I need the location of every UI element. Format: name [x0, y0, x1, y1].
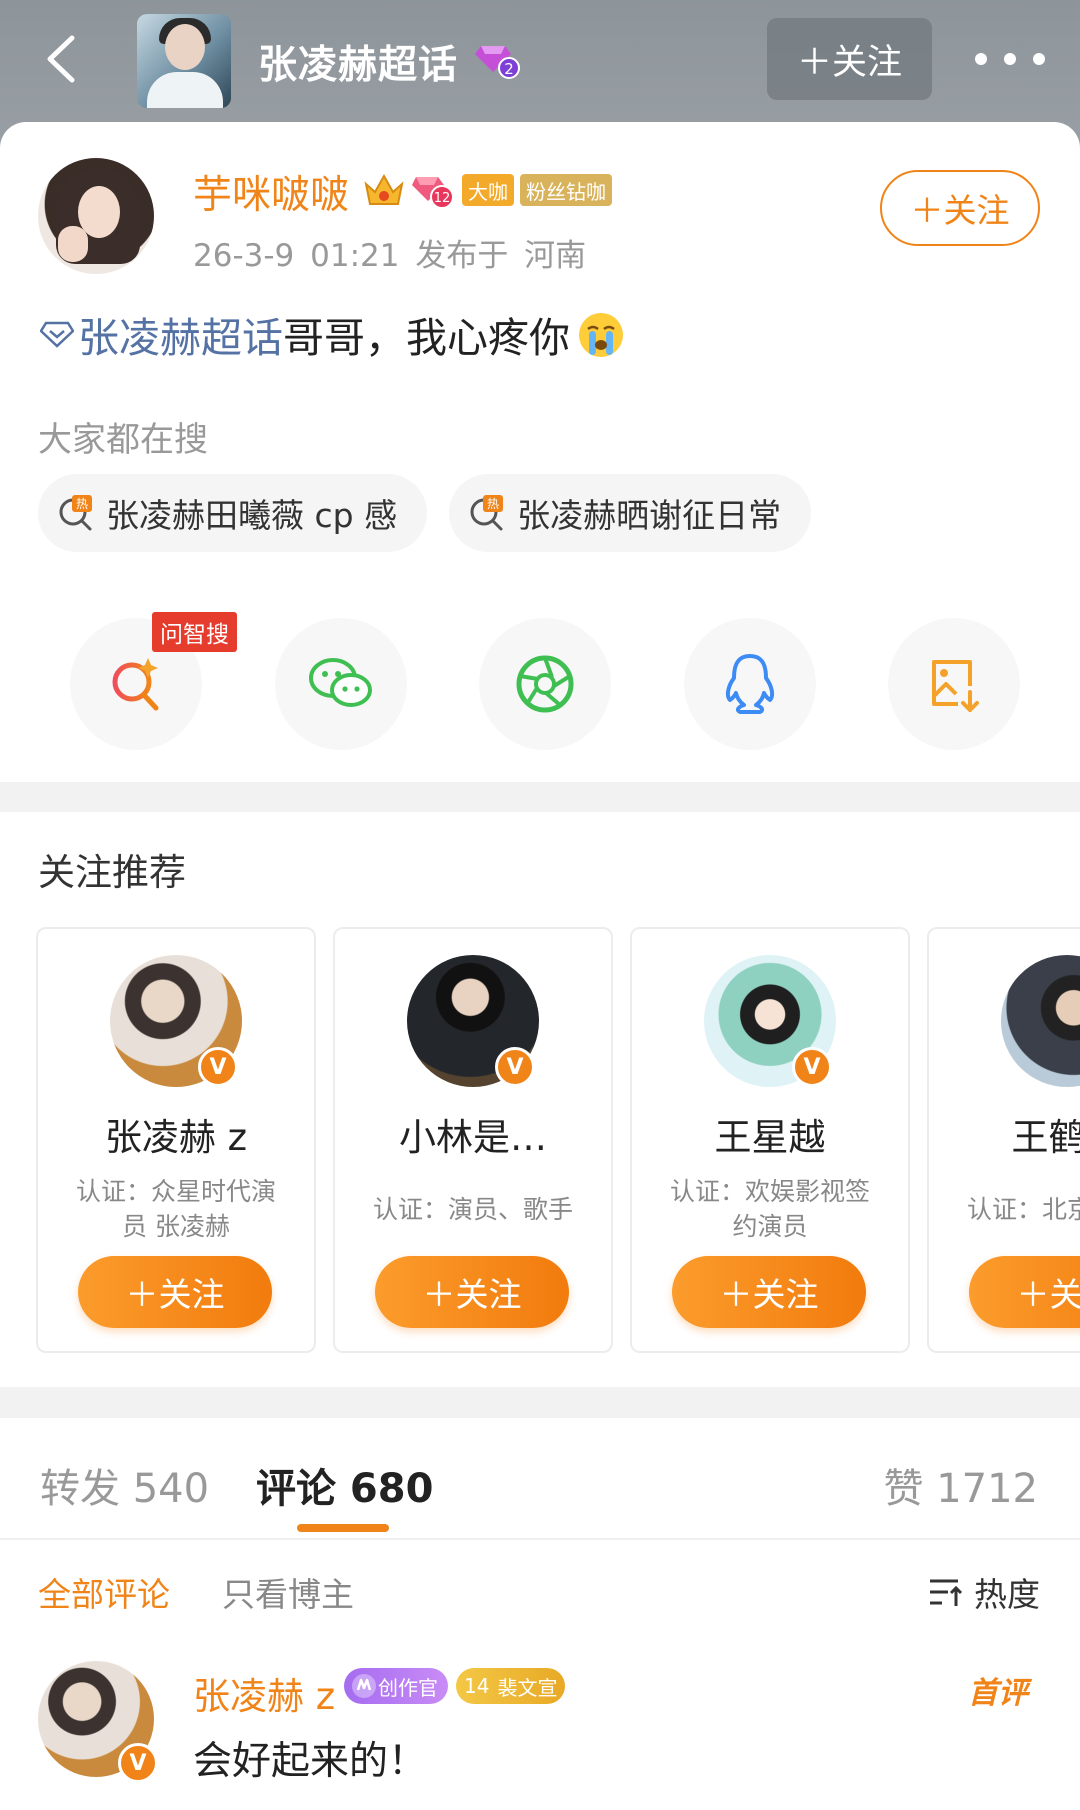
recommend-card[interactable]: V 张凌赫 z 认证：众星时代演员 张凌赫 ＋关注 [36, 927, 316, 1353]
first-comment-tag: 首评 [968, 1676, 1028, 1711]
recommend-follow-button[interactable]: ＋关注 [78, 1256, 272, 1328]
topic-link-text[interactable]: 张凌赫超话 [78, 304, 283, 364]
supertopic-diamond-icon [40, 321, 74, 348]
member-level-gem-icon: 12 [412, 177, 454, 209]
recommend-avatar[interactable] [1001, 955, 1080, 1087]
recommend-follow-button[interactable]: ＋关注 [672, 1256, 866, 1328]
topic-level-gem-icon: 2 [475, 38, 521, 80]
recommend-card[interactable]: V 王星越 认证：欢娱影视签约演员 ＋关注 [630, 927, 910, 1353]
recommend-desc: 认证：演员、歌手 [372, 1194, 573, 1224]
ai-search-tag: 问智搜 [152, 612, 237, 652]
hot-search-chips: 热 张凌赫田曦薇 cp 感 热 张凌赫晒谢征日常 [38, 474, 812, 552]
crying-emoji-icon [579, 313, 623, 357]
fans-diamond-badge: 粉丝钻咖 [520, 174, 612, 206]
save-image-icon [932, 660, 979, 712]
recommend-title: 关注推荐 [38, 851, 186, 894]
hot-search-text[interactable]: 张凌赫晒谢征日常 [517, 489, 781, 537]
filter-op-only[interactable]: 只看博主 [222, 1568, 354, 1616]
commenter-name[interactable]: 张凌赫 z [193, 1666, 335, 1720]
author-name[interactable]: 芋咪啵啵 [193, 164, 349, 220]
svg-text:12: 12 [434, 191, 451, 206]
verified-v-icon: V [792, 1047, 832, 1087]
share-actions: 问智搜 [70, 612, 1020, 750]
verified-v-icon: V [495, 1047, 535, 1087]
recommend-name[interactable]: 张凌赫 z [38, 1107, 314, 1161]
fan-group-badge: 14 裴文宣 [456, 1668, 566, 1704]
active-tab-indicator [297, 1524, 389, 1532]
recommend-card[interactable]: V 小林是… 认证：演员、歌手 ＋关注 [333, 927, 613, 1353]
ai-search-icon [112, 658, 159, 711]
crown-icon [364, 173, 404, 205]
hot-search-chip[interactable]: 热 张凌赫晒谢征日常 [449, 474, 812, 552]
svg-text:热: 热 [487, 497, 499, 511]
wechat-share-button[interactable] [274, 618, 407, 750]
recommend-card-list[interactable]: V 张凌赫 z 认证：众星时代演员 张凌赫 ＋关注 V 小林是… 认证：演员、歌… [36, 927, 1080, 1357]
post-card: 芋咪啵啵 12 大咖 粉丝钻咖 26-3-9 01:21 发布于 河南 ＋关注 … [0, 122, 1080, 782]
more-dots-icon[interactable] [975, 48, 1045, 70]
hot-search-chip[interactable]: 热 张凌赫田曦薇 cp 感 [38, 474, 428, 552]
creator-badge: 创作官 [344, 1668, 448, 1704]
sort-by-heat-button[interactable]: 热度 [928, 1568, 1040, 1616]
qq-share-button[interactable] [683, 618, 816, 750]
topic-title[interactable]: 张凌赫超话 [258, 34, 458, 90]
author-follow-button[interactable]: ＋关注 [880, 170, 1040, 246]
verified-v-icon: V [198, 1047, 238, 1087]
sort-icon [930, 1579, 963, 1606]
recommend-name[interactable]: 小林是… [335, 1107, 611, 1161]
qq-penguin-icon [725, 654, 774, 714]
hot-search-icon: 热 [470, 495, 504, 531]
trending-search-label: 大家都在搜 [38, 420, 208, 460]
post-timestamp: 26-3-9 01:21 [193, 238, 400, 274]
hot-search-text[interactable]: 张凌赫田曦薇 cp 感 [106, 489, 397, 537]
comments-section: 转发 540 评论 680 赞 1712 全部评论 只看博主 热度 V 张凌赫 … [0, 1418, 1080, 1810]
svg-text:热: 热 [76, 497, 88, 511]
recommend-follow-button[interactable]: ＋关注 [375, 1256, 569, 1328]
moments-share-button[interactable] [479, 618, 611, 750]
recommend-follow-button[interactable]: ＋关注 [969, 1256, 1080, 1328]
creator-hand-icon [352, 1674, 376, 1698]
recommend-card[interactable]: V 王鹤棣 认证：北京视签约 ＋关注 [927, 927, 1080, 1353]
verified-v-icon: V [118, 1743, 158, 1783]
topic-link[interactable]: 张凌赫超话 [40, 304, 283, 364]
recommend-desc: 认证：欢娱影视签约演员 [669, 1177, 870, 1241]
tab-like[interactable]: 赞 1712 [883, 1456, 1038, 1514]
topic-follow-button[interactable]: ＋关注 [767, 18, 932, 100]
ai-search-button[interactable]: 问智搜 [70, 612, 237, 750]
sort-label[interactable]: 热度 [974, 1568, 1040, 1616]
moments-aperture-icon [516, 655, 574, 713]
post-text: 哥哥，我心疼你 [283, 314, 570, 362]
topic-cover-image[interactable] [137, 14, 231, 108]
follow-recommendations: 关注推荐 V 张凌赫 z 认证：众星时代演员 张凌赫 ＋关注 V 小林是… 认证… [0, 812, 1080, 1387]
wechat-icon [308, 658, 372, 707]
recommend-desc: 认证：众星时代演员 张凌赫 [75, 1177, 276, 1241]
recommend-name[interactable]: 王鹤棣 [929, 1107, 1080, 1161]
daka-badge: 大咖 [462, 174, 514, 206]
save-image-button[interactable] [888, 618, 1020, 750]
back-arrow-icon[interactable] [28, 24, 98, 94]
comment-text[interactable]: 会好起来的！ [193, 1730, 427, 1786]
post-body: 张凌赫超话 哥哥，我心疼你 [40, 304, 626, 364]
hot-search-icon: 热 [59, 495, 92, 531]
recommend-desc: 认证：北京视签约 [966, 1194, 1080, 1224]
post-meta: 26-3-9 01:21 发布于 河南 [193, 230, 586, 275]
tab-comment[interactable]: 评论 680 [256, 1456, 433, 1514]
recommend-name[interactable]: 王星越 [632, 1107, 908, 1161]
post-location: 发布于 河南 [415, 238, 587, 274]
author-badges: 12 大咖 粉丝钻咖 [362, 169, 612, 211]
filter-all-comments[interactable]: 全部评论 [38, 1568, 170, 1616]
svg-text:2: 2 [504, 60, 514, 78]
tab-divider [0, 1538, 1080, 1540]
author-avatar[interactable] [38, 158, 154, 274]
tab-repost[interactable]: 转发 540 [40, 1456, 209, 1514]
commenter-badges: 创作官 14 裴文宣 [344, 1668, 566, 1704]
